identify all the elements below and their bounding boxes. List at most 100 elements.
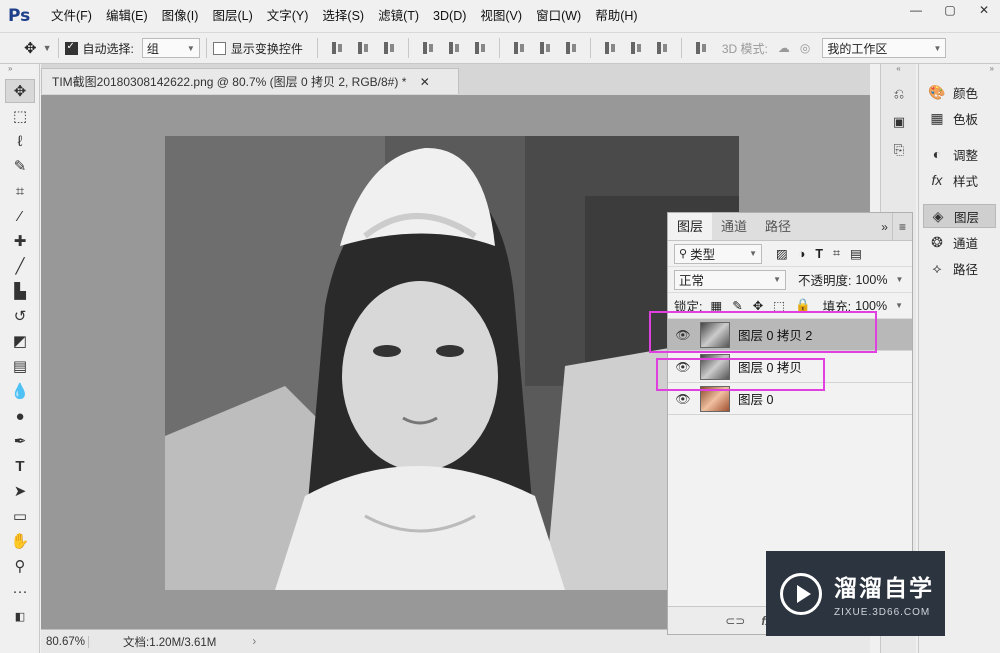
collapse-icon[interactable]: « — [881, 64, 916, 78]
document-size: 文档:1.20M/3.61M — [123, 636, 217, 649]
restore-button[interactable]: ▢ — [934, 0, 966, 20]
filter-shape-icon[interactable]: ⌗ — [833, 246, 840, 261]
blend-row: 正常 ▼ 不透明度: 100% ▼ — [668, 267, 912, 293]
filter-adjust-icon[interactable]: ◑ — [798, 247, 806, 261]
kind-filter-dropdown[interactable]: ⚲ 类型 ▼ — [674, 243, 762, 264]
blur-tool-icon[interactable]: 💧 — [5, 379, 35, 403]
gradient-tool-icon[interactable]: ▤ — [5, 354, 35, 378]
history-brush-tool-icon[interactable]: ↺ — [5, 304, 35, 328]
menu-window[interactable]: 窗口(W) — [529, 0, 588, 32]
lasso-tool-icon[interactable]: ℓ — [5, 129, 35, 153]
auto-select-dropdown[interactable]: 组 ▼ — [141, 38, 200, 58]
3d-orbit-icon[interactable]: ☁ — [778, 41, 790, 55]
auto-select-checkbox[interactable] — [64, 41, 78, 55]
crop-tool-icon[interactable]: ⌗ — [5, 179, 35, 203]
panel-menu-icon[interactable]: ≡ — [891, 213, 912, 240]
tab-channels[interactable]: 通道 — [712, 213, 756, 240]
panel-channels[interactable]: ❂ 通道 — [923, 230, 996, 254]
dodge-tool-icon[interactable]: ● — [5, 404, 35, 428]
show-transform-checkbox[interactable] — [212, 41, 226, 55]
brush-tool-icon[interactable]: ╱ — [5, 254, 35, 278]
fx-icon: fx — [931, 172, 943, 188]
distribute-bottom-icon[interactable] — [563, 40, 579, 56]
filter-row: ⚲ 类型 ▼ ▨ ◑ T ⌗ ▤ — [668, 241, 912, 267]
menu-layer[interactable]: 图层(L) — [205, 0, 259, 32]
distribute-right-icon[interactable] — [654, 40, 670, 56]
chevron-right-icon[interactable]: › — [252, 636, 256, 648]
character-panel-icon[interactable]: ⎘ — [886, 138, 912, 162]
distribute-hcenter-icon[interactable] — [628, 40, 644, 56]
filter-smart-icon[interactable]: ▤ — [850, 246, 862, 261]
panel-color-label: 颜色 — [953, 86, 979, 101]
hand-tool-icon[interactable]: ✋ — [5, 529, 35, 553]
panel-swatches[interactable]: ▦ 色板 — [923, 106, 996, 130]
align-bottom-icon[interactable] — [381, 40, 397, 56]
distribute-vcenter-icon[interactable] — [537, 40, 553, 56]
filter-type-icon[interactable]: T — [815, 247, 823, 261]
collapse-icon[interactable]: » — [919, 64, 1000, 78]
tab-layers[interactable]: 图层 — [668, 213, 713, 240]
menu-edit[interactable]: 编辑(E) — [99, 0, 155, 32]
properties-panel-icon[interactable]: ▣ — [886, 110, 912, 134]
align-top-icon[interactable] — [329, 40, 345, 56]
stamp-tool-icon[interactable]: ▙ — [5, 279, 35, 303]
quick-select-tool-icon[interactable]: ✎ — [5, 154, 35, 178]
auto-align-icon[interactable] — [693, 40, 709, 56]
panel-adjustments[interactable]: ◐ 调整 — [923, 142, 996, 166]
eye-icon[interactable]: 👁 — [668, 392, 698, 406]
chevron-down-icon[interactable]: ▼ — [895, 301, 903, 310]
move-tool-icon[interactable]: ✥ — [5, 79, 35, 103]
history-panel-icon[interactable]: ⎌ — [886, 82, 912, 106]
opacity-value[interactable]: 100% — [855, 273, 887, 287]
zoom-tool-icon[interactable]: ⚲ — [5, 554, 35, 578]
collapse-icon[interactable]: » — [0, 64, 39, 78]
menu-view[interactable]: 视图(V) — [473, 0, 529, 32]
pen-tool-icon[interactable]: ✒ — [5, 429, 35, 453]
minimize-button[interactable]: — — [900, 0, 932, 20]
menu-select[interactable]: 选择(S) — [315, 0, 371, 32]
document-tab[interactable]: TIM截图20180308142622.png @ 80.7% (图层 0 拷贝… — [41, 68, 459, 94]
tab-paths[interactable]: 路径 — [756, 213, 800, 240]
distribute-top-icon[interactable] — [511, 40, 527, 56]
type-tool-icon[interactable]: T — [5, 454, 35, 478]
3d-roll-icon[interactable]: ◎ — [800, 41, 810, 55]
align-right-icon[interactable] — [472, 40, 488, 56]
chevron-down-icon[interactable]: ▼ — [43, 43, 52, 53]
workspace-value: 我的工作区 — [827, 41, 888, 56]
link-icon[interactable]: ⊂⊃ — [725, 614, 745, 628]
menu-type[interactable]: 文字(Y) — [260, 0, 316, 32]
marquee-tool-icon[interactable]: ⬚ — [5, 104, 35, 128]
menu-3d[interactable]: 3D(D) — [426, 0, 473, 32]
panel-layers[interactable]: ◈ 图层 — [923, 204, 996, 228]
close-tab-icon[interactable]: ✕ — [420, 75, 430, 89]
path-select-tool-icon[interactable]: ➤ — [5, 479, 35, 503]
workspace-dropdown[interactable]: 我的工作区 ▼ — [822, 38, 947, 58]
expand-icon[interactable]: » — [877, 213, 892, 240]
filter-pixel-icon[interactable]: ▨ — [776, 246, 788, 261]
canvas-image[interactable] — [165, 136, 739, 590]
show-transform-label: 显示变换控件 — [230, 41, 303, 56]
menu-help[interactable]: 帮助(H) — [588, 0, 644, 32]
zoom-level[interactable]: 80.67% — [41, 635, 89, 648]
align-vcenter-icon[interactable] — [355, 40, 371, 56]
panel-styles[interactable]: fx 样式 — [923, 168, 996, 192]
eyedropper-tool-icon[interactable]: ⁄ — [5, 204, 35, 228]
align-left-icon[interactable] — [420, 40, 436, 56]
move-tool-icon[interactable]: ✥ — [24, 39, 37, 57]
blend-mode-dropdown[interactable]: 正常 ▼ — [674, 269, 786, 290]
align-hcenter-icon[interactable] — [446, 40, 462, 56]
panel-channels-label: 通道 — [953, 236, 979, 251]
menu-filter[interactable]: 滤镜(T) — [371, 0, 426, 32]
healing-brush-tool-icon[interactable]: ✚ — [5, 229, 35, 253]
more-tools-icon[interactable]: ··· — [5, 579, 35, 603]
panel-color[interactable]: 🎨 颜色 — [923, 80, 996, 104]
chevron-down-icon[interactable]: ▼ — [895, 275, 903, 284]
menu-image[interactable]: 图像(I) — [155, 0, 206, 32]
eraser-tool-icon[interactable]: ◩ — [5, 329, 35, 353]
rectangle-tool-icon[interactable]: ▭ — [5, 504, 35, 528]
panel-paths[interactable]: ⟡ 路径 — [923, 256, 996, 280]
color-swatch-icon[interactable]: ◧ — [5, 604, 35, 628]
close-button[interactable]: ✕ — [968, 0, 1000, 20]
distribute-left-icon[interactable] — [602, 40, 618, 56]
menu-file[interactable]: 文件(F) — [44, 0, 99, 32]
